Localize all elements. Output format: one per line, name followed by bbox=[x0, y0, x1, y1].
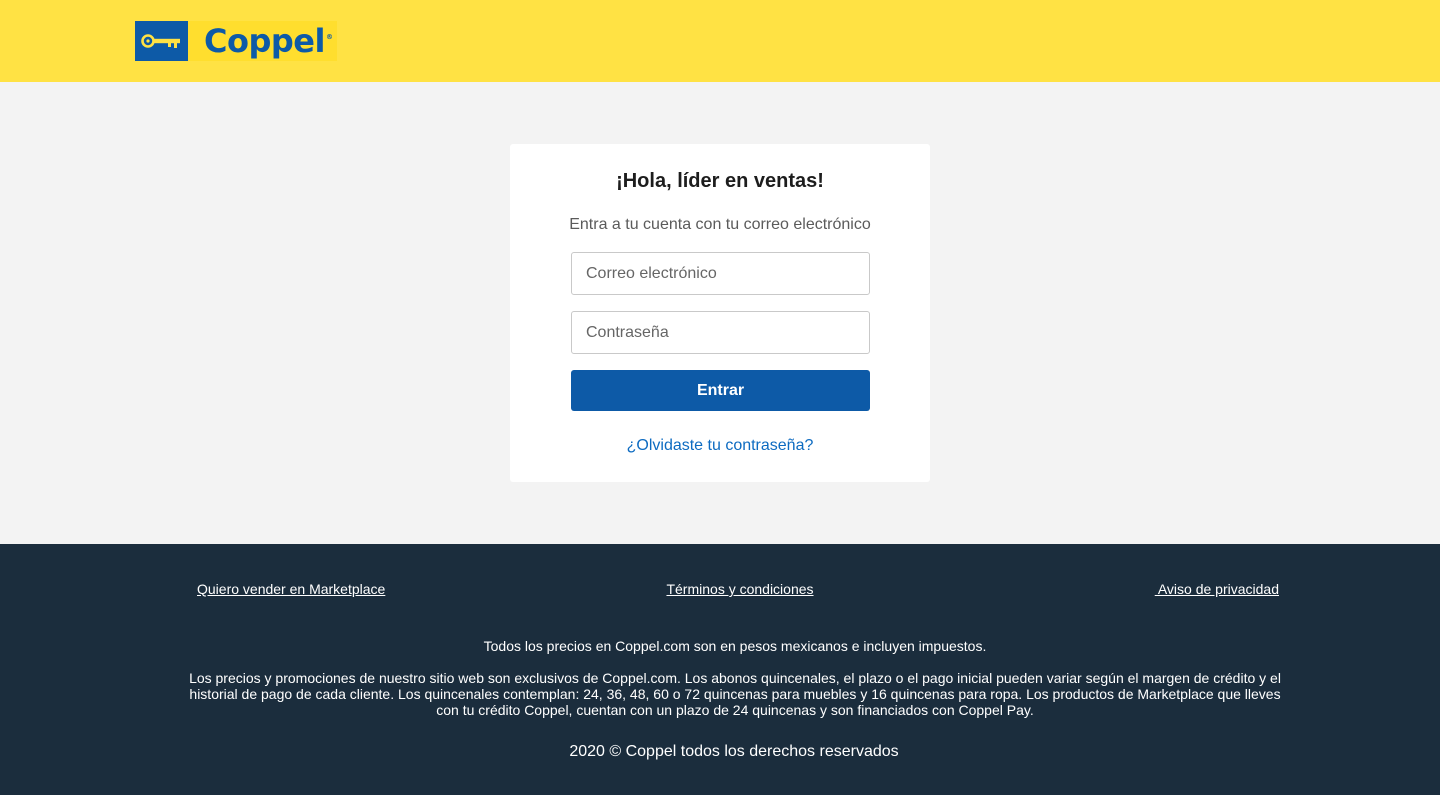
site-header: Coppel ® bbox=[0, 0, 1440, 82]
password-field[interactable] bbox=[571, 311, 870, 354]
email-field[interactable] bbox=[571, 252, 870, 295]
forgot-password-link[interactable]: ¿Olvidaste tu contraseña? bbox=[510, 437, 930, 455]
login-subtitle: Entra a tu cuenta con tu correo electrón… bbox=[569, 216, 871, 233]
footer-copyright: 2020 © Coppel todos los derechos reserva… bbox=[569, 743, 899, 760]
footer-legal-text: Los precios y promociones de nuestro sit… bbox=[189, 670, 1281, 718]
footer-prices-note: Todos los precios en Coppel.com son en p… bbox=[483, 638, 987, 654]
login-title: ¡Hola, líder en ventas! bbox=[616, 170, 824, 192]
logo-wordmark: Coppel ® bbox=[204, 22, 333, 60]
coppel-logo[interactable]: Coppel ® bbox=[135, 21, 337, 61]
login-button[interactable]: Entrar bbox=[571, 370, 870, 411]
site-footer: Quiero vender en Marketplace Términos y … bbox=[0, 544, 1440, 795]
key-icon bbox=[135, 21, 188, 61]
footer-link-privacy[interactable]: Aviso de privacidad bbox=[1155, 581, 1279, 597]
login-card: ¡Hola, líder en ventas! Entra a tu cuent… bbox=[510, 144, 930, 482]
